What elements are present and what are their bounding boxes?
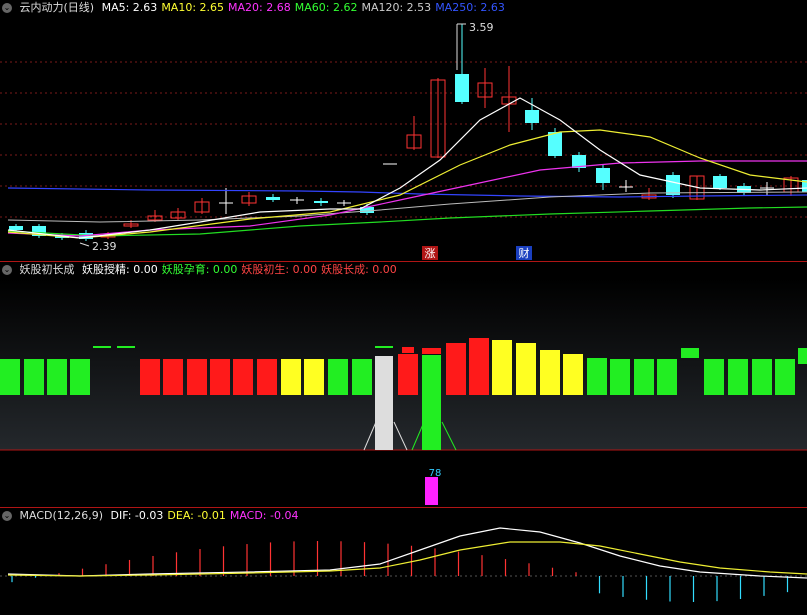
indicator-bar <box>281 359 301 395</box>
ma-legend-item: MA10: 2.65 <box>161 1 225 14</box>
indicator-bar <box>704 359 724 395</box>
indicator-legend-item: 妖股初生: 0.00 <box>241 263 318 276</box>
indicator-bar <box>328 359 348 395</box>
candle[interactable] <box>596 165 610 190</box>
low-price-label: 2.39 <box>79 240 117 253</box>
candle[interactable] <box>290 197 304 204</box>
candle[interactable] <box>572 152 586 172</box>
indicator-legend-item: 妖股长成: 0.00 <box>321 263 397 276</box>
indicator-bar <box>469 338 489 395</box>
indicator-bar <box>352 359 372 395</box>
dea-line <box>7 541 807 577</box>
candle[interactable] <box>477 68 493 108</box>
svg-text:涨: 涨 <box>425 247 436 260</box>
ma-legend-item: MA20: 2.68 <box>228 1 291 14</box>
indicator-bar <box>422 355 441 450</box>
ma-legend-item: MA250: 2.63 <box>435 1 505 14</box>
collapse-icon[interactable]: ⌄ <box>2 265 12 275</box>
candle[interactable] <box>314 198 328 206</box>
indicator-bar <box>728 359 748 395</box>
macd-panel[interactable]: ⌄ MACD(12,26,9) DIF: -0.03 DEA: -0.01 MACD… <box>0 508 807 615</box>
indicator-bar <box>398 354 418 395</box>
indicator-bar <box>257 359 277 395</box>
indicator-bar <box>47 359 67 395</box>
svg-text:3.59: 3.59 <box>469 21 494 34</box>
candle[interactable] <box>170 208 186 220</box>
event-marker-zhang[interactable]: 涨 <box>422 246 438 260</box>
indicator-bar <box>775 359 795 395</box>
candle[interactable] <box>501 66 517 132</box>
indicator-bar <box>210 359 230 395</box>
macd-legend-item: DIF: -0.03 <box>110 509 164 522</box>
price-panel[interactable]: ⌄ 云内动力(日线) MA5: 2.63 MA10: 2.65 MA20: 2.68… <box>0 0 807 261</box>
indicator-bar <box>140 359 160 395</box>
indicator-bar <box>610 359 630 395</box>
indicator-bar <box>563 354 583 395</box>
indicator-bar <box>516 343 536 395</box>
indicator-bar <box>375 356 393 450</box>
candle[interactable] <box>713 174 727 190</box>
indicator-title: 妖股初长成 <box>19 263 75 276</box>
indicator-bar <box>492 340 512 395</box>
ma-legend: MA5: 2.63 MA10: 2.65 MA20: 2.68 MA60: 2.62 M… <box>102 1 509 14</box>
indicator-panel[interactable]: ⌄ 妖股初长成 妖股授精: 0.00 妖股孕育: 0.00 妖股初生: 0.00 妖股… <box>0 262 807 507</box>
collapse-icon[interactable]: ⌄ <box>2 3 12 13</box>
indicator-bar <box>587 358 607 395</box>
candle[interactable] <box>219 188 233 214</box>
signal-bar <box>425 477 438 505</box>
candle[interactable] <box>430 78 446 158</box>
macd-chart[interactable] <box>0 508 807 615</box>
candle[interactable] <box>406 116 422 150</box>
macd-panel-header: ⌄ MACD(12,26,9) DIF: -0.03 DEA: -0.01 MACD… <box>0 508 306 524</box>
macd-legend-item: DEA: -0.01 <box>167 509 226 522</box>
indicator-bar <box>422 348 441 354</box>
indicator-bar <box>187 359 207 395</box>
event-marker-cai[interactable]: 财 <box>516 246 532 260</box>
ma-legend-item: MA120: 2.53 <box>361 1 432 14</box>
candlestick-chart[interactable]: 3.59 2.39 涨 财 <box>0 0 807 261</box>
indicator-panel-header: ⌄ 妖股初长成 妖股授精: 0.00 妖股孕育: 0.00 妖股初生: 0.00 妖股… <box>0 262 405 278</box>
indicator-bar <box>634 359 654 395</box>
macd-legend: DIF: -0.03 DEA: -0.01 MACD: -0.04 <box>111 509 303 522</box>
price-panel-header: ⌄ 云内动力(日线) MA5: 2.63 MA10: 2.65 MA20: 2.68… <box>0 0 513 16</box>
indicator-chart[interactable]: 78 <box>0 262 807 507</box>
ma5-line <box>7 97 807 239</box>
indicator-bar <box>752 359 772 395</box>
candle[interactable] <box>666 172 680 198</box>
indicator-bar <box>24 359 44 395</box>
indicator-legend-item: 妖股授精: 0.00 <box>82 263 158 276</box>
candle[interactable] <box>147 210 163 222</box>
indicator-bar <box>446 343 466 395</box>
ma-legend-item: MA60: 2.62 <box>294 1 358 14</box>
indicator-bar <box>681 348 699 358</box>
indicator-bar <box>0 359 20 395</box>
ma-legend-item: MA5: 2.63 <box>101 1 158 14</box>
indicator-bar <box>70 359 90 395</box>
indicator-bar <box>657 359 677 395</box>
svg-text:财: 财 <box>519 246 530 260</box>
macd-legend-item: MACD: -0.04 <box>229 509 299 522</box>
indicator-legend-item: 妖股孕育: 0.00 <box>161 263 238 276</box>
candle[interactable] <box>525 98 539 130</box>
stock-title: 云内动力(日线) <box>19 1 95 14</box>
indicator-bar <box>163 359 183 395</box>
indicator-bar <box>402 347 414 353</box>
svg-text:2.39: 2.39 <box>92 240 117 253</box>
indicator-bar <box>304 359 324 395</box>
candle[interactable] <box>266 194 280 202</box>
candle[interactable] <box>337 200 351 206</box>
ma20-line <box>7 160 807 237</box>
candle[interactable] <box>32 224 46 238</box>
indicator-legend: 妖股授精: 0.00 妖股孕育: 0.00 妖股初生: 0.00 妖股长成: 0.00 <box>82 263 401 276</box>
indicator-bar <box>798 348 807 364</box>
collapse-icon[interactable]: ⌄ <box>2 511 12 521</box>
macd-title: MACD(12,26,9) <box>19 509 104 522</box>
candle[interactable] <box>241 192 257 206</box>
indicator-bar <box>233 359 253 395</box>
signal-value: 78 <box>429 468 442 479</box>
dif-line <box>7 527 807 579</box>
indicator-bar <box>540 350 560 395</box>
candle[interactable] <box>194 198 210 214</box>
candle[interactable] <box>641 188 657 200</box>
